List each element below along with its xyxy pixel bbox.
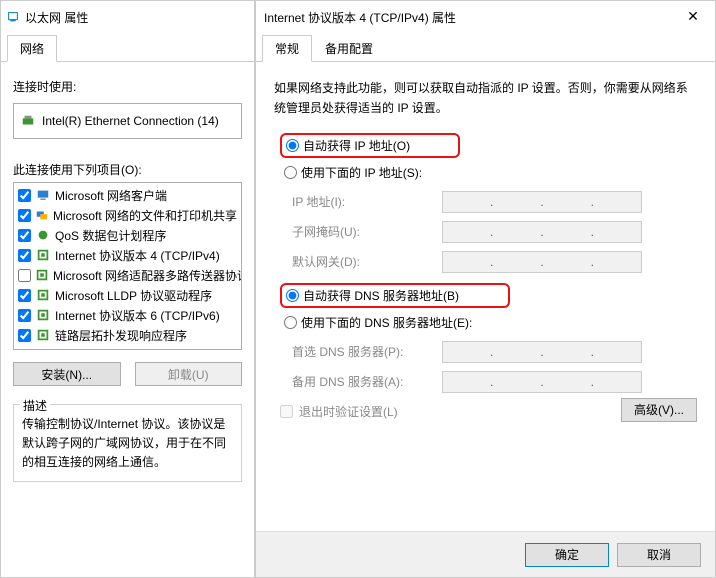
list-item-checkbox[interactable] xyxy=(18,229,31,242)
tab-alternate[interactable]: 备用配置 xyxy=(312,35,386,62)
left-title: 以太网 属性 xyxy=(25,9,88,26)
list-item-checkbox[interactable] xyxy=(18,209,31,222)
radio-ip-auto-label: 自动获得 IP 地址(O) xyxy=(303,137,410,154)
ethernet-properties-dialog: 以太网 属性 网络 连接时使用: Intel(R) Ethernet Conne… xyxy=(0,0,255,578)
list-item[interactable]: Internet 协议版本 6 (TCP/IPv6) xyxy=(14,305,241,325)
proto-icon xyxy=(35,327,51,343)
validate-checkbox[interactable] xyxy=(280,405,293,418)
fps-icon xyxy=(35,207,49,223)
proto-icon xyxy=(35,287,51,303)
tab-general[interactable]: 常规 xyxy=(262,35,312,62)
validate-label: 退出时验证设置(L) xyxy=(299,403,398,420)
list-item-label: Microsoft 网络适配器多路传送器协议 xyxy=(53,267,242,284)
right-titlebar: Internet 协议版本 4 (TCP/IPv4) 属性 ✕ xyxy=(256,1,715,33)
qos-icon xyxy=(35,227,51,243)
alt-dns-input: ... xyxy=(442,371,642,393)
right-tabstrip: 常规 备用配置 xyxy=(256,33,715,62)
ip-address-label: IP 地址(I): xyxy=(292,193,442,210)
list-item-checkbox[interactable] xyxy=(18,249,31,262)
items-label: 此连接使用下列项目(O): xyxy=(13,161,242,178)
list-item-checkbox[interactable] xyxy=(18,289,31,302)
tab-network[interactable]: 网络 xyxy=(7,35,57,62)
radio-dns-auto-label: 自动获得 DNS 服务器地址(B) xyxy=(303,287,459,304)
radio-ip-manual[interactable] xyxy=(284,166,297,179)
subnet-label: 子网掩码(U): xyxy=(292,223,442,240)
list-item-label: QoS 数据包计划程序 xyxy=(55,227,166,244)
radio-ip-manual-label: 使用下面的 IP 地址(S): xyxy=(301,164,422,181)
radio-ip-auto-row[interactable]: 自动获得 IP 地址(O) xyxy=(280,133,460,158)
proto-icon xyxy=(35,307,51,323)
radio-ip-manual-row[interactable]: 使用下面的 IP 地址(S): xyxy=(280,162,697,183)
description-groupbox: 描述 传输控制协议/Internet 协议。该协议是默认跨子网的广域网协议，用于… xyxy=(13,404,242,482)
list-item-label: Microsoft LLDP 协议驱动程序 xyxy=(55,287,212,304)
intro-text: 如果网络支持此功能，则可以获取自动指派的 IP 设置。否则，你需要从网络系统管理… xyxy=(274,78,697,119)
components-listbox[interactable]: Microsoft 网络客户端 Microsoft 网络的文件和打印机共享 QoS … xyxy=(13,182,242,350)
list-item-label: Microsoft 网络客户端 xyxy=(55,187,167,204)
list-item[interactable]: 链路层拓扑发现响应程序 xyxy=(14,325,241,345)
left-tabstrip: 网络 xyxy=(1,33,254,62)
list-item-label: Internet 协议版本 4 (TCP/IPv4) xyxy=(55,247,220,264)
install-button[interactable]: 安装(N)... xyxy=(13,362,121,386)
uninstall-button[interactable]: 卸载(U) xyxy=(135,362,243,386)
pref-dns-label: 首选 DNS 服务器(P): xyxy=(292,343,442,360)
radio-dns-manual-row[interactable]: 使用下面的 DNS 服务器地址(E): xyxy=(280,312,697,333)
list-item[interactable]: Microsoft 网络的文件和打印机共享 xyxy=(14,205,241,225)
adapter-icon xyxy=(20,113,36,129)
ok-button[interactable]: 确定 xyxy=(525,543,609,567)
alt-dns-label: 备用 DNS 服务器(A): xyxy=(292,373,442,390)
right-title: Internet 协议版本 4 (TCP/IPv4) 属性 xyxy=(264,9,456,26)
list-item[interactable]: Internet 协议版本 4 (TCP/IPv4) xyxy=(14,245,241,265)
list-item[interactable]: Microsoft 网络客户端 xyxy=(14,185,241,205)
cancel-button[interactable]: 取消 xyxy=(617,543,701,567)
radio-dns-auto[interactable] xyxy=(286,289,299,302)
radio-dns-manual[interactable] xyxy=(284,316,297,329)
close-icon: ✕ xyxy=(687,8,699,25)
description-text: 传输控制协议/Internet 协议。该协议是默认跨子网的广域网协议，用于在不同… xyxy=(22,415,233,473)
radio-dns-manual-label: 使用下面的 DNS 服务器地址(E): xyxy=(301,314,472,331)
advanced-button[interactable]: 高级(V)... xyxy=(621,398,697,422)
adapter-box[interactable]: Intel(R) Ethernet Connection (14) xyxy=(13,103,242,139)
subnet-input: ... xyxy=(442,221,642,243)
description-title: 描述 xyxy=(20,397,50,414)
radio-ip-auto[interactable] xyxy=(286,139,299,152)
gateway-input: ... xyxy=(442,251,642,273)
radio-dns-auto-row[interactable]: 自动获得 DNS 服务器地址(B) xyxy=(280,283,510,308)
list-item-label: Microsoft 网络的文件和打印机共享 xyxy=(53,207,237,224)
proto-icon xyxy=(35,267,49,283)
close-button[interactable]: ✕ xyxy=(671,1,715,31)
list-item[interactable]: QoS 数据包计划程序 xyxy=(14,225,241,245)
connect-using-label: 连接时使用: xyxy=(13,78,242,95)
list-item[interactable]: Microsoft LLDP 协议驱动程序 xyxy=(14,285,241,305)
adapter-name: Intel(R) Ethernet Connection (14) xyxy=(42,114,219,128)
list-item-label: 链路层拓扑发现响应程序 xyxy=(55,327,187,344)
list-item-checkbox[interactable] xyxy=(18,269,31,282)
client-icon xyxy=(35,187,51,203)
ipv4-properties-dialog: Internet 协议版本 4 (TCP/IPv4) 属性 ✕ 常规 备用配置 … xyxy=(255,0,716,578)
ip-address-input: ... xyxy=(442,191,642,213)
list-item-checkbox[interactable] xyxy=(18,309,31,322)
dialog-footer: 确定 取消 xyxy=(256,531,715,577)
proto-icon xyxy=(35,247,51,263)
left-titlebar: 以太网 属性 xyxy=(1,1,254,33)
ethernet-icon xyxy=(5,9,21,25)
list-item-checkbox[interactable] xyxy=(18,329,31,342)
list-item-checkbox[interactable] xyxy=(18,189,31,202)
gateway-label: 默认网关(D): xyxy=(292,253,442,270)
list-item[interactable]: Microsoft 网络适配器多路传送器协议 xyxy=(14,265,241,285)
pref-dns-input: ... xyxy=(442,341,642,363)
list-item-label: Internet 协议版本 6 (TCP/IPv6) xyxy=(55,307,220,324)
